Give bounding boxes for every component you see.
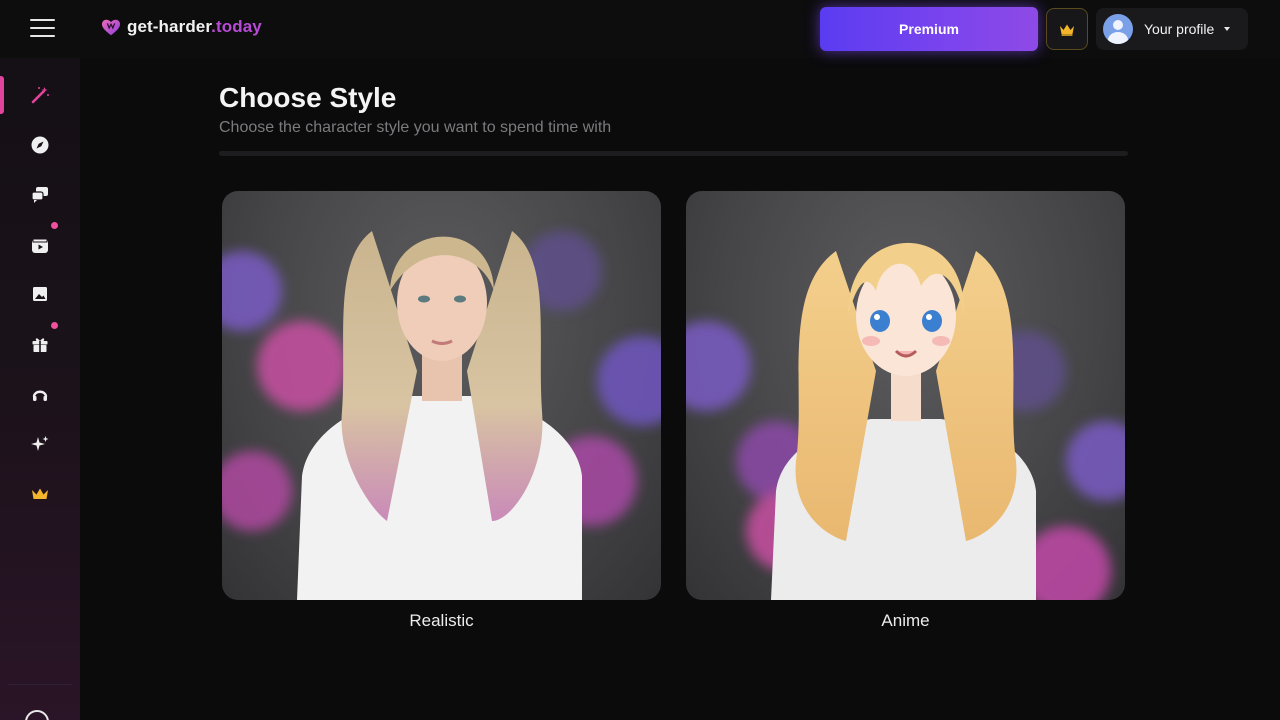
gift-box-icon [32, 338, 48, 352]
sidebar-item-premium[interactable] [0, 474, 80, 514]
sidebar-item-explore[interactable] [0, 125, 80, 165]
crown-icon [32, 488, 48, 499]
anime-character-image [686, 242, 1125, 600]
magic-wand-icon [31, 87, 49, 104]
chat-bubbles-icon [31, 187, 48, 203]
notification-dot [51, 322, 58, 329]
heart-logo-icon [101, 19, 121, 36]
video-clapper-icon [32, 238, 48, 253]
sidebar-item-rewards[interactable] [0, 324, 80, 364]
profile-button[interactable]: Your profile [1096, 8, 1248, 50]
style-card-anime[interactable] [686, 191, 1125, 600]
crown-icon [1060, 24, 1074, 36]
logo[interactable]: get-harder.today [100, 16, 262, 38]
headphones-icon [32, 390, 48, 401]
compass-icon [31, 136, 49, 154]
sidebar-item-generate[interactable] [0, 424, 80, 464]
section-divider [219, 151, 1128, 156]
realistic-character-image [222, 231, 661, 600]
sidebar [0, 58, 80, 720]
menu-icon[interactable] [30, 19, 55, 39]
style-label-anime: Anime [881, 611, 930, 630]
top-header: get-harder.today Premium Your profile [0, 0, 1280, 58]
chevron-down-icon [1224, 27, 1231, 31]
premium-button[interactable]: Premium [820, 7, 1038, 51]
sparkles-icon [31, 436, 49, 451]
sidebar-divider [8, 684, 72, 685]
avatar [1103, 14, 1133, 44]
sidebar-item-chat[interactable] [0, 175, 80, 215]
brand-name: get-harder.today [127, 17, 262, 36]
image-icon [33, 287, 47, 301]
style-label-realistic: Realistic [409, 611, 474, 630]
help-circle-icon[interactable] [25, 710, 49, 720]
notification-dot [51, 222, 58, 229]
page-title: Choose Style [219, 82, 397, 113]
style-card-realistic[interactable] [222, 191, 661, 600]
crown-button[interactable] [1046, 8, 1088, 50]
sidebar-item-videos[interactable] [0, 225, 80, 265]
profile-label: Your profile [1144, 21, 1215, 37]
sidebar-item-audio[interactable] [0, 374, 80, 414]
sidebar-item-create[interactable] [0, 75, 80, 115]
page-subtitle: Choose the character style you want to s… [219, 119, 612, 136]
sidebar-item-gallery[interactable] [0, 274, 80, 314]
